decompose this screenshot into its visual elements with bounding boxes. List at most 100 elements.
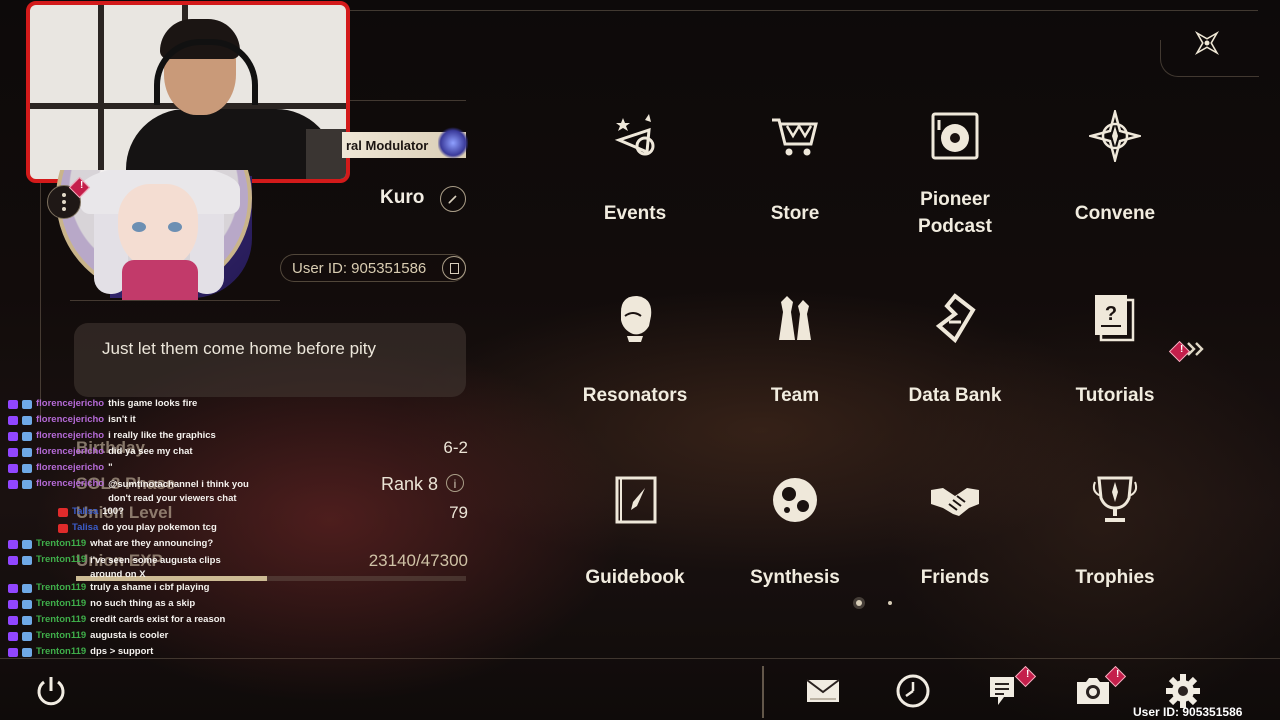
copy-id-icon[interactable] bbox=[442, 256, 466, 280]
menu-item-label: Resonators bbox=[582, 385, 688, 406]
chat-username: Trenton119 bbox=[36, 538, 87, 549]
menu-item-label: Events bbox=[603, 203, 667, 224]
next-page-arrow[interactable] bbox=[1186, 340, 1230, 360]
dot-icon bbox=[62, 200, 66, 204]
twitch-icon bbox=[8, 416, 18, 425]
chat-username: Trenton119 bbox=[36, 614, 87, 625]
twitch-icon bbox=[8, 432, 18, 441]
menu-item-convene[interactable]: Convene bbox=[1040, 107, 1190, 258]
menu-item-pioneer-podcast[interactable]: Pioneer Podcast bbox=[880, 108, 1030, 258]
chat-message: Trenton119 augusta is cooler bbox=[8, 630, 298, 646]
youtube-icon bbox=[58, 524, 68, 533]
page-dot-active[interactable] bbox=[856, 600, 862, 606]
power-button[interactable] bbox=[32, 672, 70, 710]
close-menu-button[interactable] bbox=[1188, 26, 1226, 60]
menu-item-resonators[interactable]: Resonators bbox=[560, 290, 710, 440]
menu-item-events[interactable]: Events bbox=[560, 108, 710, 258]
bottom-divider bbox=[762, 666, 764, 718]
pencil-icon bbox=[448, 195, 457, 204]
chat-badge-icon bbox=[22, 432, 32, 441]
signature-box[interactable]: Just let them come home before pity bbox=[74, 323, 466, 397]
chat-message: Trenton119 no such thing as a skip bbox=[8, 598, 298, 614]
menu-item-synthesis[interactable]: Synthesis bbox=[720, 472, 870, 622]
chat-text: i really like the graphics bbox=[108, 430, 216, 441]
chat-username: Talisa bbox=[72, 522, 99, 533]
chat-badge-icon bbox=[22, 400, 32, 409]
chat-badge-icon bbox=[22, 480, 32, 489]
resonator-character-icon bbox=[609, 292, 661, 344]
bottom-bar-line bbox=[0, 658, 1280, 659]
chat-message: florencejericho @sumtinotachannel i think… bbox=[8, 478, 298, 506]
profile-top-line bbox=[340, 100, 466, 101]
menu-item-tutorials[interactable]: ? Tutorials bbox=[1040, 290, 1190, 440]
chat-text: " bbox=[108, 462, 113, 473]
streamer bbox=[126, 19, 336, 179]
data-bank-icon bbox=[929, 292, 981, 344]
chat-text: no such thing as a skip bbox=[90, 598, 196, 609]
avatar-eye-right bbox=[168, 222, 182, 232]
chat-username: florencejericho bbox=[36, 398, 105, 409]
chat-text: do you play pokemon tcg bbox=[102, 522, 217, 533]
menu-item-friends[interactable]: Friends bbox=[880, 472, 1030, 622]
signature-text: Just let them come home before pity bbox=[102, 339, 377, 358]
chat-message: florencejericho this game looks fire bbox=[8, 398, 298, 414]
chat-badge-icon bbox=[22, 600, 32, 609]
birthday-value: 6-2 bbox=[443, 438, 468, 457]
chat-badge-icon bbox=[22, 584, 32, 593]
menu-item-label: Guidebook bbox=[585, 567, 685, 588]
chat-username: florencejericho bbox=[36, 414, 105, 425]
svg-text:?: ? bbox=[1105, 303, 1117, 325]
youtube-icon bbox=[58, 508, 68, 517]
avatar-collar bbox=[122, 260, 198, 300]
user-id-text: User ID: 905351586 bbox=[292, 260, 427, 277]
chat-username: Trenton119 bbox=[36, 630, 87, 641]
menu-item-trophies[interactable]: Trophies bbox=[1040, 472, 1190, 622]
menu-item-store[interactable]: Store bbox=[720, 108, 870, 258]
twitch-icon bbox=[8, 400, 18, 409]
menu-item-label: Team bbox=[770, 385, 820, 406]
twitch-icon bbox=[8, 556, 18, 565]
chat-username: florencejericho bbox=[36, 446, 105, 457]
edit-name-button[interactable] bbox=[440, 186, 466, 212]
modulator-gem-icon bbox=[438, 126, 468, 160]
chat-username: Talisa bbox=[72, 506, 99, 517]
chat-message: Trenton119 credit cards exist for a reaso… bbox=[8, 614, 298, 630]
menu-item-label: Convene bbox=[1074, 203, 1156, 224]
profile-mid-line bbox=[70, 300, 280, 301]
chat-text: dps > support bbox=[90, 646, 154, 657]
chat-text: augusta is cooler bbox=[90, 630, 169, 641]
chat-badge-icon bbox=[22, 648, 32, 657]
twitch-icon bbox=[8, 584, 18, 593]
podcast-turntable-icon bbox=[929, 110, 981, 162]
chat-text: i've seen some augusta clips around on X bbox=[90, 555, 221, 580]
chat-message: Talisa do you play pokemon tcg bbox=[8, 522, 298, 538]
menu-item-team[interactable]: Team bbox=[720, 290, 870, 440]
convene-star-icon bbox=[1086, 107, 1144, 165]
close-star-icon bbox=[1194, 30, 1220, 56]
guidebook-compass-icon bbox=[609, 474, 661, 526]
twitch-icon bbox=[8, 632, 18, 641]
menu-item-guidebook[interactable]: Guidebook bbox=[560, 472, 710, 622]
chat-text: @sumtinotachannel i think you don't read… bbox=[108, 479, 249, 504]
time-button[interactable] bbox=[894, 672, 932, 710]
dot-icon bbox=[62, 193, 66, 197]
chat-badge-icon bbox=[22, 556, 32, 565]
chat-message: florencejericho i really like the graphic… bbox=[8, 430, 298, 446]
twitch-icon bbox=[8, 648, 18, 657]
info-icon[interactable]: i bbox=[446, 474, 464, 492]
mail-button[interactable] bbox=[804, 672, 842, 710]
handshake-icon bbox=[929, 474, 981, 526]
modulator-label: ral Modulator bbox=[346, 137, 429, 153]
twitch-icon bbox=[8, 464, 18, 473]
page-dot[interactable] bbox=[888, 601, 892, 605]
chat-badge-icon bbox=[22, 616, 32, 625]
twitch-icon bbox=[8, 616, 18, 625]
chat-message: Trenton119 what are they announcing? bbox=[8, 538, 298, 554]
chat-badge-icon bbox=[22, 464, 32, 473]
chat-username: Trenton119 bbox=[36, 582, 87, 593]
chat-text: isn't it bbox=[108, 414, 136, 425]
menu-item-data-bank[interactable]: Data Bank bbox=[880, 290, 1030, 440]
menu-item-label: Data Bank bbox=[908, 385, 1002, 406]
profile-side-line bbox=[40, 170, 41, 420]
chat-text: truly a shame i cbf playing bbox=[90, 582, 210, 593]
